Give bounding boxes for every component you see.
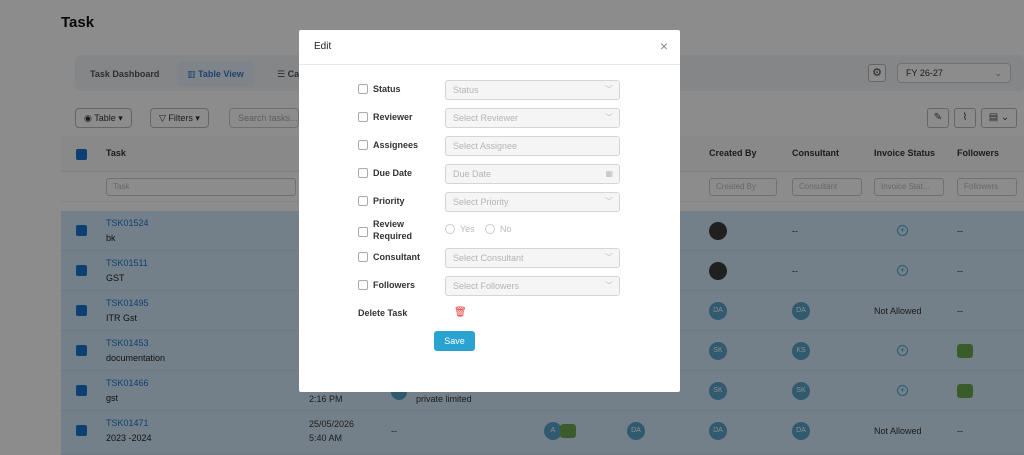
review-required-field: Review Required Yes No: [358, 219, 628, 244]
consultant-field: Consultant Select Consultant ﹀: [358, 248, 628, 268]
followers-label: Followers: [373, 280, 416, 290]
followers-placeholder: Select Followers: [453, 281, 520, 291]
due-date-placeholder: Due Date: [453, 169, 492, 179]
review-required-label: Review Required: [373, 219, 413, 241]
no-label: No: [500, 224, 512, 234]
reviewer-checkbox[interactable]: [358, 112, 368, 122]
trash-icon[interactable]: 🗑: [454, 307, 467, 318]
consultant-label: Consultant: [373, 252, 420, 262]
consultant-placeholder: Select Consultant: [453, 253, 524, 263]
chevron-down-icon: ﹀: [605, 281, 613, 290]
assignees-field: Assignees Select Assignee: [358, 136, 628, 156]
status-checkbox[interactable]: [358, 84, 368, 94]
priority-select[interactable]: Select Priority ﹀: [445, 192, 620, 212]
assignee-placeholder: Select Assignee: [453, 141, 518, 151]
reviewer-placeholder: Select Reviewer: [453, 113, 519, 123]
chevron-down-icon: ﹀: [605, 253, 613, 262]
no-radio[interactable]: [485, 224, 495, 234]
due-date-field: Due Date Due Date ▦: [358, 164, 628, 184]
yes-radio[interactable]: [445, 224, 455, 234]
delete-task-label: Delete Task: [358, 308, 408, 318]
followers-field: Followers Select Followers ﹀: [358, 276, 628, 296]
review-required-checkbox[interactable]: [358, 227, 368, 237]
assignees-label: Assignees: [373, 140, 419, 150]
priority-label: Priority: [373, 196, 405, 206]
due-date-checkbox[interactable]: [358, 168, 368, 178]
modal-title: Edit: [314, 41, 332, 52]
save-button[interactable]: Save: [434, 331, 475, 351]
status-placeholder: Status: [453, 85, 479, 95]
consultant-checkbox[interactable]: [358, 252, 368, 262]
chevron-down-icon: ﹀: [605, 113, 613, 122]
priority-field: Priority Select Priority ﹀: [358, 192, 628, 212]
chevron-down-icon: ﹀: [605, 85, 613, 94]
due-date-label: Due Date: [373, 168, 413, 178]
assignee-select[interactable]: Select Assignee: [445, 136, 620, 156]
close-icon[interactable]: ×: [660, 38, 668, 54]
status-field: Status Status ﹀: [358, 80, 628, 100]
reviewer-label: Reviewer: [373, 112, 413, 122]
consultant-select[interactable]: Select Consultant ﹀: [445, 248, 620, 268]
followers-select[interactable]: Select Followers ﹀: [445, 276, 620, 296]
reviewer-field: Reviewer Select Reviewer ﹀: [358, 108, 628, 128]
status-select[interactable]: Status ﹀: [445, 80, 620, 100]
edit-modal: Edit × Status Status ﹀ Reviewer Select Re…: [299, 30, 680, 392]
yes-label: Yes: [460, 224, 475, 234]
status-label: Status: [373, 84, 401, 94]
calendar-icon: ▦: [605, 169, 613, 178]
priority-placeholder: Select Priority: [453, 197, 509, 207]
chevron-down-icon: ﹀: [605, 197, 613, 206]
priority-checkbox[interactable]: [358, 196, 368, 206]
due-date-input[interactable]: Due Date ▦: [445, 164, 620, 184]
assignees-checkbox[interactable]: [358, 140, 368, 150]
reviewer-select[interactable]: Select Reviewer ﹀: [445, 108, 620, 128]
followers-checkbox[interactable]: [358, 280, 368, 290]
divider: [299, 64, 680, 65]
